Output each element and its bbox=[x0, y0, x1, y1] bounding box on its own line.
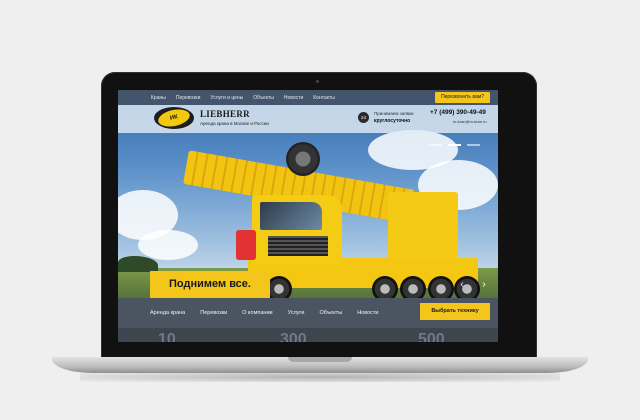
clock-24-icon: 24 bbox=[358, 112, 369, 123]
top-nav: Краны Перевозки Услуги и цены Объекты Но… bbox=[118, 90, 498, 105]
laptop-shadow bbox=[80, 372, 560, 382]
orders-hours: круглосуточно bbox=[374, 118, 411, 124]
crane-window bbox=[260, 202, 322, 230]
brand-name: LIEBHERR bbox=[200, 109, 250, 119]
stat-value: 10 bbox=[158, 331, 176, 343]
slider-dot[interactable] bbox=[467, 144, 480, 146]
crane-winch bbox=[286, 142, 320, 176]
laptop-notch bbox=[288, 357, 352, 362]
main-nav-item-rent[interactable]: Аренда крана bbox=[150, 310, 185, 316]
main-nav-item-about[interactable]: О компании bbox=[242, 310, 272, 316]
top-nav-item-objects[interactable]: Объекты bbox=[253, 95, 274, 101]
top-nav-links: Краны Перевозки Услуги и цены Объекты Но… bbox=[151, 95, 335, 101]
slider-dot[interactable] bbox=[429, 144, 442, 146]
pick-equipment-button[interactable]: Выбрать технику bbox=[420, 303, 490, 320]
hero-trees bbox=[118, 256, 158, 272]
top-nav-item-services[interactable]: Услуги и цены bbox=[210, 95, 243, 101]
crane-rear-cab bbox=[388, 192, 458, 262]
stats-strip: 10 300 500 bbox=[118, 328, 498, 342]
slider-dot-active[interactable] bbox=[448, 144, 461, 146]
crane-grille bbox=[268, 236, 328, 256]
top-nav-item-contacts[interactable]: Контакты bbox=[313, 95, 335, 101]
camera-icon bbox=[316, 80, 319, 83]
hero-slogan: Поднимем все. bbox=[150, 271, 270, 298]
main-nav-item-objects[interactable]: Объекты bbox=[320, 310, 343, 316]
chevron-right-icon[interactable]: › bbox=[480, 280, 488, 290]
slider-dots bbox=[429, 144, 480, 146]
stat-value: 500 bbox=[418, 331, 445, 343]
top-nav-item-cranes[interactable]: Краны bbox=[151, 95, 166, 101]
tagline: Аренда крана в Москве и России bbox=[200, 121, 269, 126]
website-screen: Краны Перевозки Услуги и цены Объекты Но… bbox=[118, 90, 498, 342]
email-link[interactable]: m-kran@m-kran.ru bbox=[453, 119, 487, 124]
phone-link[interactable]: +7 (499) 390-49-49 bbox=[430, 109, 486, 116]
stat-value: 300 bbox=[280, 331, 307, 343]
orders-label: Принимаем заявки bbox=[374, 111, 414, 116]
main-nav-item-services[interactable]: Услуги bbox=[288, 310, 305, 316]
crane-hook bbox=[236, 230, 256, 260]
cloud bbox=[138, 230, 198, 260]
top-nav-item-news[interactable]: Новости bbox=[284, 95, 303, 101]
main-nav-item-transport[interactable]: Перевозки bbox=[200, 310, 227, 316]
top-nav-item-transport[interactable]: Перевозки bbox=[176, 95, 201, 101]
page-stage: Краны Перевозки Услуги и цены Объекты Но… bbox=[0, 0, 640, 420]
chevron-left-icon[interactable]: ‹ bbox=[458, 280, 466, 290]
main-nav-item-news[interactable]: Новости bbox=[357, 310, 378, 316]
callback-button[interactable]: Перезвонить вам? bbox=[435, 92, 490, 103]
main-nav-links: Аренда крана Перевозки О компании Услуги… bbox=[150, 310, 379, 316]
